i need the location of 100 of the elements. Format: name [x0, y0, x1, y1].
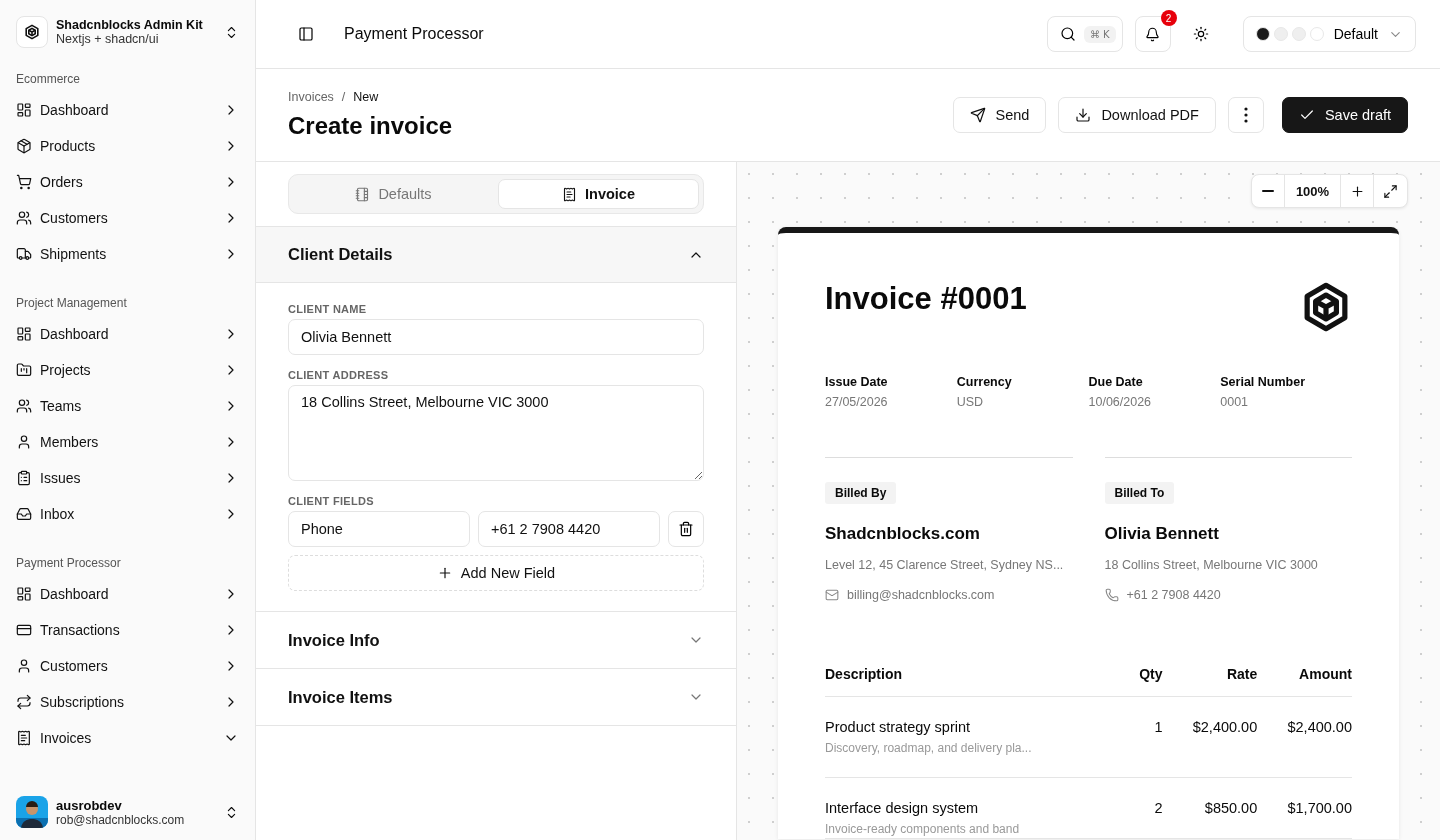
notifications-button[interactable]	[1134, 16, 1171, 52]
sidebar-item[interactable]: Subscriptions	[8, 684, 247, 720]
sidebar-item[interactable]: Transactions	[8, 612, 247, 648]
table-cell: $850.00	[1162, 777, 1258, 839]
editor-tab[interactable]: Defaults	[293, 179, 494, 209]
search-button[interactable]: ⌘ K	[1046, 16, 1123, 52]
notification-count: 2	[1160, 10, 1177, 26]
mail-icon	[825, 588, 839, 602]
download-icon	[1075, 107, 1092, 123]
expand-icon	[1383, 183, 1398, 199]
party-contact: billing@shadcnblocks.com	[847, 588, 995, 602]
item-description: Product strategy sprint	[825, 719, 972, 735]
sidebar-item[interactable]: Members	[8, 424, 247, 460]
dashboard-icon	[16, 102, 32, 118]
breadcrumb-link[interactable]: New	[353, 90, 379, 104]
sidebar-item[interactable]: Customers	[8, 200, 247, 236]
field-value-input[interactable]: +61 2 7908 4420	[478, 511, 660, 547]
more-icon	[1243, 107, 1248, 123]
add-field-button[interactable]: Add New Field	[288, 555, 704, 591]
meta-value: 10/06/2026	[1088, 395, 1153, 409]
meta-label: Issue Date	[825, 375, 889, 389]
invoice-title: Invoice #0001	[825, 281, 1027, 317]
sidebar-item[interactable]: Issues	[8, 460, 247, 496]
page-title: Create invoice	[288, 112, 454, 140]
page-section-title: Payment Processor	[344, 25, 485, 43]
party-name: Olivia Bennett	[1104, 524, 1219, 544]
theme-select[interactable]: Default	[1242, 16, 1416, 52]
users-icon	[16, 398, 32, 414]
party-contact: +61 2 7908 4420	[1126, 588, 1221, 602]
clipboard-icon	[16, 470, 32, 486]
receipt-icon	[562, 186, 577, 202]
dashboard-icon	[16, 326, 32, 342]
brand-name: Shadcnblocks Admin Kit	[56, 18, 204, 32]
table-cell: $2,400.00	[1162, 696, 1258, 778]
party-address: 18 Collins Street, Melbourne VIC 3000	[1104, 558, 1318, 572]
meta-label: Due Date	[1088, 375, 1144, 389]
user-icon	[16, 434, 32, 450]
credit-card-icon	[16, 622, 32, 638]
truck-icon	[16, 246, 32, 262]
sidebar-item[interactable]: Inbox	[8, 496, 247, 532]
more-button[interactable]	[1227, 97, 1264, 133]
sidebar-item[interactable]: Dashboard	[8, 316, 247, 352]
sidebar-item[interactable]: Products	[8, 128, 247, 164]
meta-value: 27/05/2026	[825, 395, 889, 409]
party-name: Shadcnblocks.com	[825, 524, 980, 544]
inbox-icon	[16, 506, 32, 522]
plus-icon	[1349, 183, 1365, 199]
nav-group-label: Project Management	[15, 295, 128, 312]
sidebar-item[interactable]: Dashboard	[8, 92, 247, 128]
table-cell: $1,700.00	[1257, 777, 1352, 839]
download-button[interactable]: Download PDF	[1058, 97, 1216, 133]
meta-label: Currency	[956, 375, 1013, 389]
column-header: Description	[825, 666, 1129, 697]
table-cell: 1	[1128, 696, 1163, 778]
accordion-header[interactable]: Client Details	[256, 226, 736, 283]
item-description: Interface design system	[825, 800, 980, 816]
search-icon	[1059, 26, 1076, 42]
sidebar-item[interactable]: Orders	[8, 164, 247, 200]
field-label: CLIENT NAME	[288, 303, 368, 315]
nav-group-label: Payment Processor	[15, 555, 122, 572]
repeat-icon	[16, 694, 32, 710]
sidebar-item[interactable]: Projects	[8, 352, 247, 388]
sun-icon	[1192, 26, 1209, 42]
breadcrumb-link[interactable]: Invoices	[288, 90, 334, 104]
party-tag: Billed By	[825, 482, 897, 504]
folder-icon	[16, 362, 32, 378]
client-address-field[interactable]: 18 Collins Street, Melbourne VIC 3000	[288, 385, 704, 481]
delete-button[interactable]	[668, 511, 704, 547]
bell-icon	[1145, 26, 1161, 42]
zoom-level[interactable]: 100%	[1285, 175, 1341, 207]
column-header: Qty	[1128, 666, 1163, 697]
field-label: CLIENT ADDRESS	[288, 369, 390, 381]
editor-tab[interactable]: Invoice	[498, 179, 699, 209]
hexagon-logo-icon	[24, 24, 40, 40]
user-icon	[16, 658, 32, 674]
column-header: Rate	[1162, 666, 1258, 697]
client-name-field[interactable]: Olivia Bennett	[288, 319, 704, 355]
table-cell: 2	[1128, 777, 1163, 839]
cart-icon	[16, 174, 32, 190]
sidebar-item[interactable]: Invoices	[8, 720, 247, 756]
sidebar-item[interactable]: Shipments	[8, 236, 247, 272]
table-cell: $2,400.00	[1257, 696, 1352, 778]
trash-icon	[678, 521, 694, 537]
user-email: rob@shadcnblocks.com	[56, 812, 186, 827]
phone-icon	[1104, 588, 1119, 602]
send-icon	[969, 107, 986, 123]
users-icon	[16, 210, 32, 226]
notebook-icon	[355, 186, 371, 202]
item-note: Invoice-ready components and band	[825, 822, 1021, 836]
meta-value: 0001	[1220, 395, 1250, 409]
sidebar-item[interactable]: Teams	[8, 388, 247, 424]
sidebar-item[interactable]: Customers	[8, 648, 247, 684]
receipt-icon	[16, 730, 32, 746]
party-address: Level 12, 45 Clarence Street, Sydney NS...	[825, 558, 1064, 572]
sidebar-item[interactable]: Dashboard	[8, 576, 247, 612]
field-name-input[interactable]: Phone	[288, 511, 470, 547]
panel-icon	[298, 26, 314, 42]
send-button[interactable]: Send	[952, 97, 1047, 133]
dashboard-icon	[16, 586, 32, 602]
save-button[interactable]: Save draft	[1281, 97, 1408, 133]
